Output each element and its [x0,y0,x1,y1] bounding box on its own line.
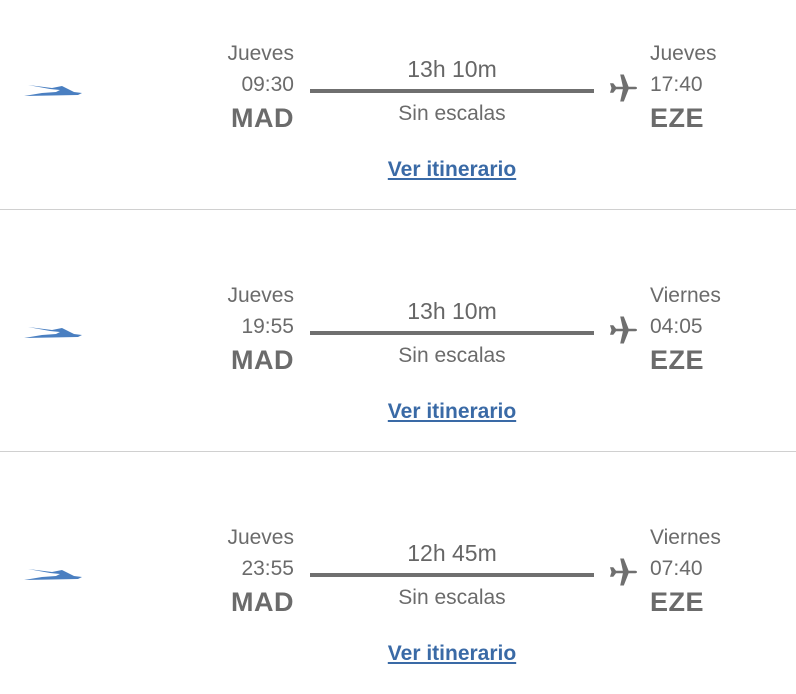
arrival-info: Jueves 17:40 EZE [650,40,717,135]
flight-duration: 13h 10m [407,298,497,324]
departure-airport-code: MAD [231,587,294,617]
departure-info: Jueves 09:30 MAD [227,40,294,135]
view-itinerary-link[interactable]: Ver itinerario [0,155,796,185]
departure-day: Jueves [227,42,294,65]
departure-info: Jueves 23:55 MAD [227,524,294,619]
departure-airport-code: MAD [231,345,294,375]
arrival-day: Viernes [650,526,721,549]
stops-label: Sin escalas [398,586,506,609]
flight-card: Jueves 09:30 MAD 13h 10m Sin escalas Jue… [0,0,796,210]
route-line [310,573,594,577]
arrival-airport-code: EZE [650,587,705,617]
airline-bird-logo-icon [24,569,82,580]
airline-bird-logo-icon [24,327,82,338]
arrival-day: Jueves [650,42,717,65]
arrival-airport-code: EZE [650,345,705,375]
flight-card: Jueves 23:55 MAD 12h 45m Sin escalas Vie… [0,484,796,694]
arrival-day: Viernes [650,284,721,307]
arrival-time: 04:05 [650,315,703,338]
arrival-info: Viernes 07:40 EZE [650,524,721,619]
airplane-icon [610,74,637,102]
departure-airport-code: MAD [231,103,294,133]
view-itinerary-link[interactable]: Ver itinerario [0,397,796,427]
flight-duration: 12h 45m [407,540,497,566]
departure-day: Jueves [227,526,294,549]
airline-bird-logo-icon [24,85,82,96]
departure-day: Jueves [227,284,294,307]
arrival-time: 07:40 [650,557,703,580]
stops-label: Sin escalas [398,102,506,125]
airplane-icon [610,316,637,344]
departure-time: 23:55 [241,557,294,580]
flight-card: Jueves 19:55 MAD 13h 10m Sin escalas Vie… [0,242,796,452]
airplane-icon [610,558,637,586]
arrival-airport-code: EZE [650,103,705,133]
view-itinerary-link[interactable]: Ver itinerario [0,639,796,669]
departure-info: Jueves 19:55 MAD [227,282,294,377]
route-line [310,331,594,335]
arrival-info: Viernes 04:05 EZE [650,282,721,377]
flight-duration: 13h 10m [407,56,497,82]
route-line [310,89,594,93]
departure-time: 09:30 [241,73,294,96]
departure-time: 19:55 [241,315,294,338]
arrival-time: 17:40 [650,73,703,96]
flight-results-list: Jueves 09:30 MAD 13h 10m Sin escalas Jue… [0,0,796,692]
stops-label: Sin escalas [398,344,506,367]
